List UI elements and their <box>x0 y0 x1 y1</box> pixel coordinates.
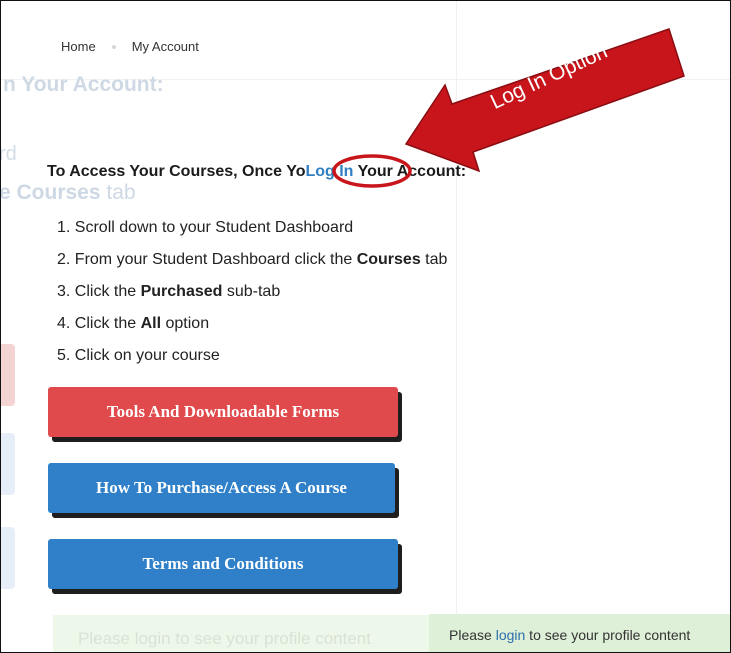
annotation-arrow-icon <box>404 28 685 173</box>
screenshot-frame: n Your Account: rd e Courses tab Home My … <box>0 0 731 653</box>
annotation-overlay <box>332 28 685 188</box>
annotation-circle-icon <box>332 154 412 188</box>
